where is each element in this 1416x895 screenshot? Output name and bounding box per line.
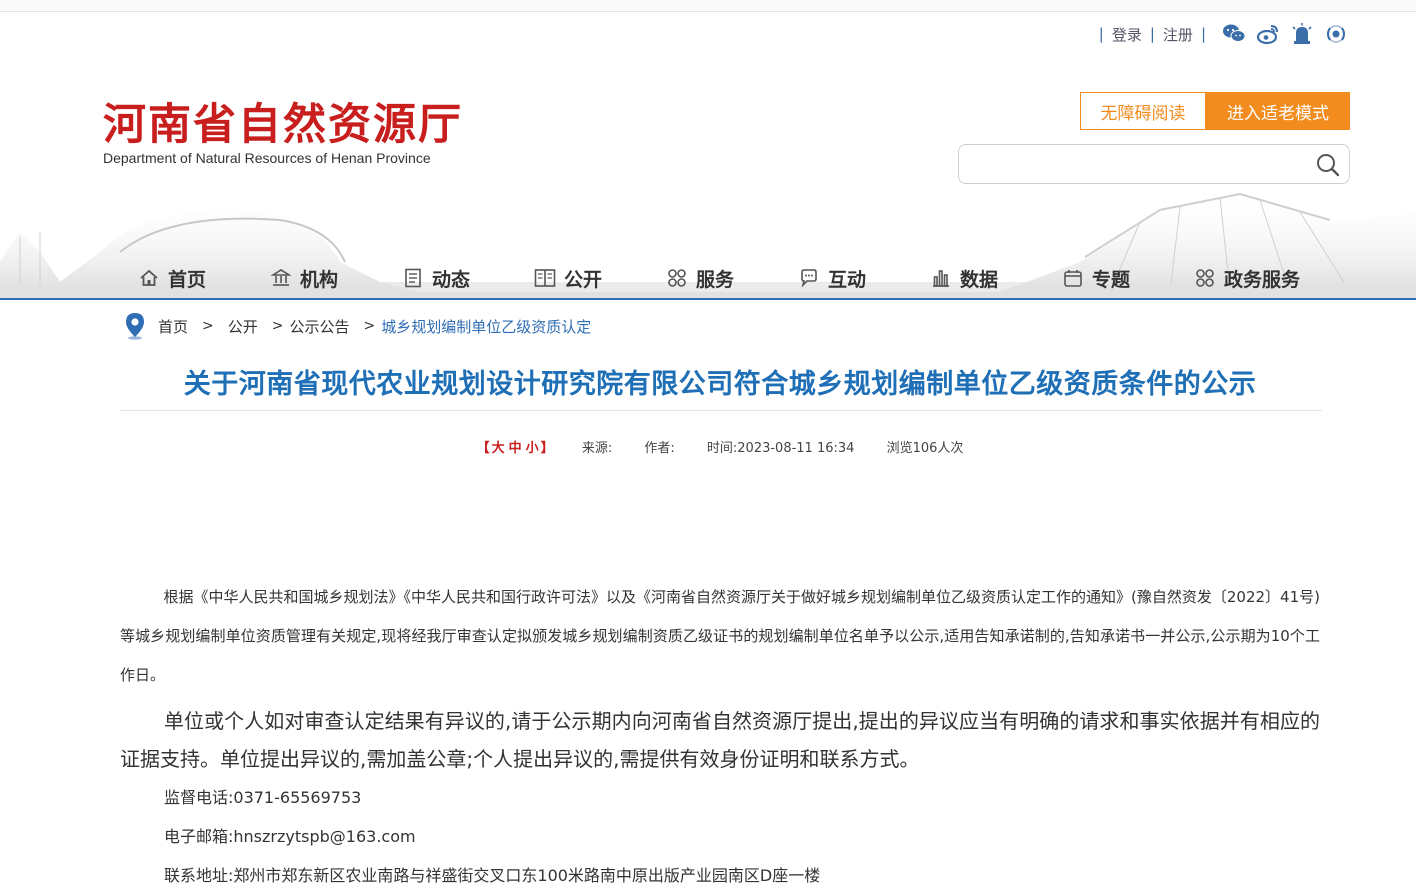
chat-icon bbox=[798, 267, 820, 289]
separator: | bbox=[1149, 25, 1155, 43]
nav-item-interaction[interactable]: 互动 bbox=[798, 256, 930, 300]
article-views: 浏览106人次 bbox=[886, 441, 964, 456]
nav-label: 政务服务 bbox=[1224, 268, 1301, 291]
grid-icon bbox=[666, 267, 688, 289]
site-header: | 登录 | 注册 | 河南省自然资源厅 Department of Natur… bbox=[0, 12, 1416, 300]
broadcast-icon[interactable] bbox=[1324, 22, 1348, 46]
supervision-phone: 监督电话:0371-65569753 bbox=[164, 788, 362, 807]
separator: | bbox=[1200, 25, 1206, 43]
breadcrumb-separator: > bbox=[363, 318, 376, 334]
paragraph-objection: 单位或个人如对审查认定结果有异议的,请于公示期内向河南省自然资源厅提出,提出的异… bbox=[120, 709, 1320, 771]
bracket: 【 bbox=[476, 441, 490, 456]
alert-icon[interactable] bbox=[1290, 22, 1314, 46]
weibo-icon[interactable] bbox=[1256, 22, 1280, 46]
nav-label: 动态 bbox=[432, 268, 471, 291]
bracket: 】 bbox=[540, 441, 554, 456]
bar-chart-icon bbox=[930, 267, 952, 289]
nav-label: 互动 bbox=[828, 268, 867, 291]
main-nav: 首页 机构 动态 公开 服务 互动 数据 专题 政务服务 bbox=[0, 256, 1416, 300]
nav-item-news[interactable]: 动态 bbox=[402, 256, 534, 300]
article-title: 关于河南省现代农业规划设计研究院有限公司符合城乡规划编制单位乙级资质条件的公示 bbox=[183, 369, 1257, 400]
contact-email: 电子邮箱:hnszrzytspb@163.com bbox=[164, 827, 416, 846]
nav-item-data[interactable]: 数据 bbox=[930, 256, 1062, 300]
nav-label: 公开 bbox=[564, 268, 603, 291]
nav-label: 数据 bbox=[960, 268, 999, 291]
article-body: 根据《中华人民共和国城乡规划法》《中华人民共和国行政许可法》以及《河南省自然资源… bbox=[120, 578, 1320, 895]
accessibility-reading-button[interactable]: 无障碍阅读 bbox=[1080, 92, 1206, 130]
book-icon bbox=[534, 267, 556, 289]
article-time: 时间:2023-08-11 16:34 bbox=[706, 441, 855, 456]
article-author: 作者: bbox=[644, 441, 675, 456]
document-icon bbox=[402, 267, 424, 289]
elder-mode-button[interactable]: 进入适老模式 bbox=[1206, 92, 1350, 130]
nav-divider bbox=[0, 298, 1416, 300]
breadcrumb: 首页 > 公开 > 公示公告 > 城乡规划编制单位乙级资质认定 bbox=[122, 312, 591, 340]
font-size-small[interactable]: 小 bbox=[526, 441, 539, 456]
register-link[interactable]: 注册 bbox=[1163, 24, 1193, 45]
nav-item-service[interactable]: 服务 bbox=[666, 256, 798, 300]
calendar-icon bbox=[1062, 267, 1084, 289]
nav-label: 首页 bbox=[168, 268, 207, 291]
utility-links: | 登录 | 注册 | bbox=[1091, 22, 1348, 46]
mode-buttons: 无障碍阅读 进入适老模式 bbox=[1080, 92, 1350, 130]
site-logo[interactable]: 河南省自然资源厅 Department of Natural Resources… bbox=[103, 100, 463, 166]
paragraph-legal-basis: 根据《中华人民共和国城乡规划法》《中华人民共和国行政许可法》以及《河南省自然资源… bbox=[120, 588, 1320, 684]
location-pin-icon bbox=[126, 313, 144, 340]
article-source: 来源: bbox=[581, 441, 613, 456]
grid-icon bbox=[1194, 267, 1216, 289]
nav-item-home[interactable]: 首页 bbox=[138, 256, 270, 300]
contact-address: 联系地址:郑州市郑东新区农业南路与祥盛街交叉口东100米路南中原出版产业园南区D… bbox=[164, 866, 821, 885]
breadcrumb-public[interactable]: 公开 bbox=[228, 316, 258, 337]
institution-icon bbox=[270, 267, 292, 289]
breadcrumb-separator: > bbox=[202, 318, 214, 334]
nav-item-public[interactable]: 公开 bbox=[534, 256, 666, 300]
nav-item-institution[interactable]: 机构 bbox=[270, 256, 402, 300]
breadcrumb-current[interactable]: 城乡规划编制单位乙级资质认定 bbox=[381, 316, 591, 337]
nav-label: 服务 bbox=[696, 268, 735, 291]
font-size-switcher: 【大中小】 bbox=[477, 441, 554, 456]
search-box bbox=[958, 144, 1350, 184]
breadcrumb-home[interactable]: 首页 bbox=[158, 316, 188, 337]
logo-chinese-name: 河南省自然资源厅 bbox=[103, 100, 463, 150]
nav-item-gov-service[interactable]: 政务服务 bbox=[1194, 256, 1344, 300]
wechat-icon[interactable] bbox=[1222, 22, 1246, 46]
search-icon[interactable] bbox=[1315, 152, 1341, 178]
nav-label: 专题 bbox=[1092, 268, 1131, 291]
font-size-medium[interactable]: 中 bbox=[509, 441, 522, 456]
breadcrumb-separator: > bbox=[271, 318, 284, 334]
nav-label: 机构 bbox=[300, 268, 339, 291]
logo-english-name: Department of Natural Resources of Henan… bbox=[103, 150, 431, 166]
font-size-large[interactable]: 大 bbox=[492, 441, 505, 456]
title-divider bbox=[120, 410, 1322, 411]
browser-top-strip bbox=[0, 0, 1416, 12]
article-meta: 【大中小】 来源: 作者: 时间:2023-08-11 16:34 浏览106人… bbox=[120, 437, 1320, 456]
login-link[interactable]: 登录 bbox=[1112, 24, 1142, 45]
nav-item-topics[interactable]: 专题 bbox=[1062, 256, 1194, 300]
search-input[interactable] bbox=[971, 146, 1311, 182]
home-icon bbox=[138, 267, 160, 289]
breadcrumb-announcements[interactable]: 公示公告 bbox=[290, 316, 350, 337]
separator: | bbox=[1098, 25, 1104, 43]
